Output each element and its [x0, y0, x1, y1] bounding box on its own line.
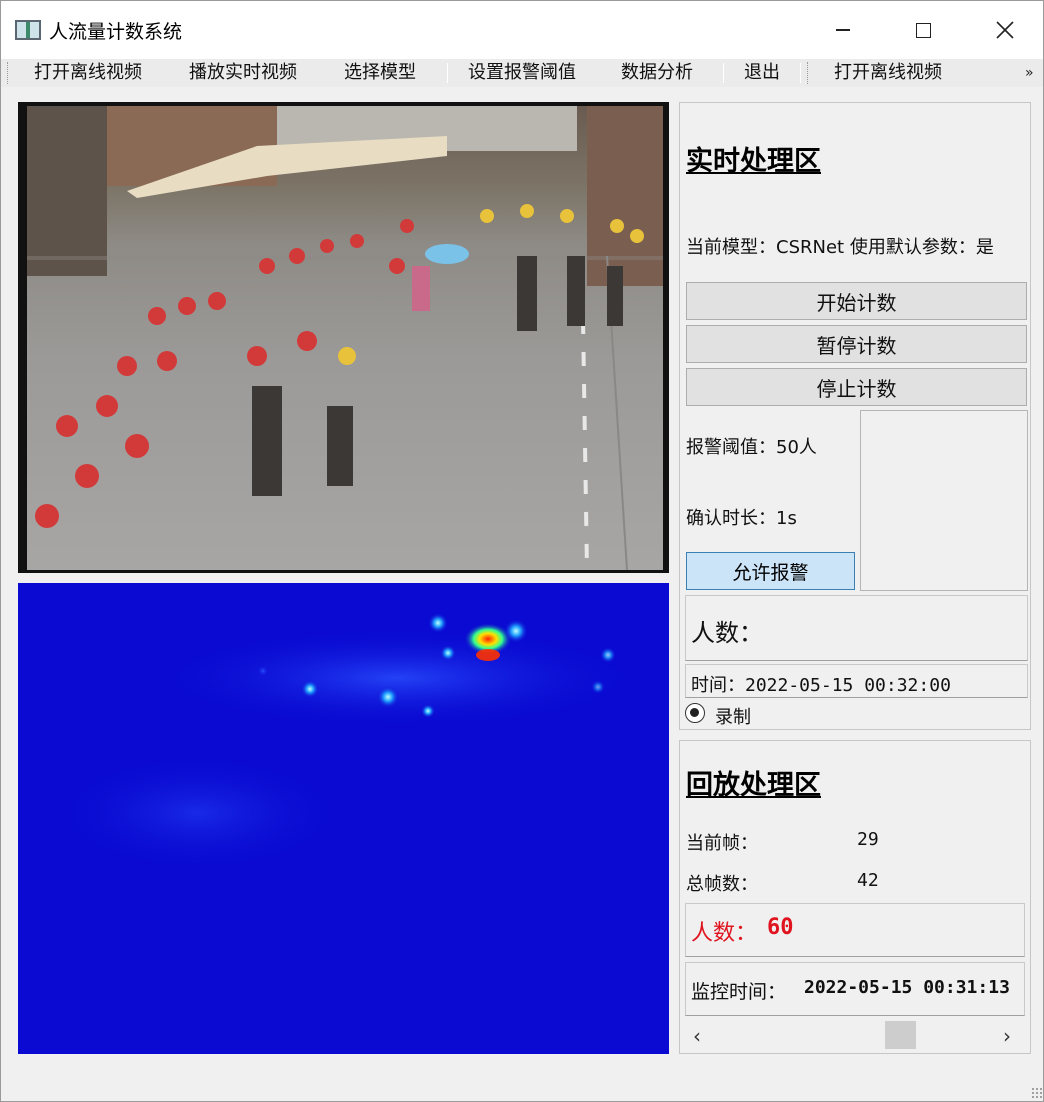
chevron-left-icon[interactable]: ‹: [693, 1024, 701, 1048]
toolbar-open-offline-video[interactable]: 打开离线视频: [34, 60, 142, 86]
allow-alarm-button[interactable]: 允许报警: [686, 552, 855, 590]
total-frames-label: 总帧数：: [686, 874, 758, 895]
toolbar-data-analysis[interactable]: 数据分析: [621, 60, 693, 86]
chevron-right-icon[interactable]: ›: [1003, 1024, 1011, 1048]
playback-people-value: 60: [767, 915, 794, 940]
close-icon: [996, 21, 1014, 39]
maximize-icon: [915, 22, 931, 38]
toolbar-separator: [723, 63, 724, 83]
app-icon: [15, 20, 41, 40]
toolbar-set-alarm-threshold[interactable]: 设置报警阈值: [468, 60, 576, 86]
maximize-button[interactable]: [889, 1, 957, 59]
minimize-icon: [836, 29, 850, 31]
playback-section-title: 回放处理区: [686, 770, 821, 801]
record-label: 录制: [715, 707, 751, 728]
main-window: 人流量计数系统 打开离线视频 播放实时视频 选择模型 设置报警阈值 数据分析 退…: [0, 0, 1044, 1102]
close-button[interactable]: [971, 1, 1039, 59]
monitor-time-value: 2022-05-15 00:31:13: [804, 977, 1010, 998]
current-frame-value: 29: [857, 829, 879, 850]
stop-count-button[interactable]: 停止计数: [686, 368, 1027, 406]
scrollbar-thumb[interactable]: [885, 1021, 916, 1049]
crowd-scene-image: [27, 106, 663, 570]
live-section-title: 实时处理区: [686, 146, 821, 177]
live-time-text: 时间：2022-05-15 00:32:00: [691, 675, 951, 696]
playback-horizontal-scrollbar[interactable]: ‹ ›: [685, 1018, 1027, 1052]
playback-people-label: 人数：: [691, 921, 758, 946]
pause-count-button[interactable]: 暂停计数: [686, 325, 1027, 363]
monitor-time-label: 监控时间：: [691, 981, 787, 1003]
live-people-label: 人数：: [691, 619, 763, 647]
toolbar-grip[interactable]: [807, 62, 810, 84]
resize-grip[interactable]: [1031, 1087, 1043, 1099]
total-frames-value: 42: [857, 870, 879, 891]
alarm-indicator: [860, 410, 1028, 591]
toolbar-grip[interactable]: [7, 62, 10, 84]
title-bar: 人流量计数系统: [1, 1, 1043, 59]
density-map-image: [48, 613, 648, 873]
toolbar: 打开离线视频 播放实时视频 选择模型 设置报警阈值 数据分析 退出 打开离线视频…: [1, 59, 1043, 87]
confirm-duration-text: 确认时长：1s: [686, 508, 797, 529]
current-frame-label: 当前帧：: [686, 833, 758, 854]
minimize-button[interactable]: [809, 1, 877, 59]
toolbar-play-live-video[interactable]: 播放实时视频: [189, 60, 297, 86]
start-count-button[interactable]: 开始计数: [686, 282, 1027, 320]
alarm-threshold-text: 报警阈值：50人: [686, 437, 817, 458]
record-radio[interactable]: [685, 703, 705, 723]
toolbar-overflow-button[interactable]: »: [1025, 61, 1034, 85]
video-display: [18, 102, 669, 573]
window-title: 人流量计数系统: [49, 21, 183, 43]
toolbar-select-model[interactable]: 选择模型: [344, 60, 416, 86]
toolbar-separator: [447, 63, 448, 83]
toolbar-exit[interactable]: 退出: [744, 60, 780, 86]
crowd-video-frame: [27, 106, 663, 570]
density-heatmap: [18, 583, 669, 1054]
toolbar-open-offline-video-2[interactable]: 打开离线视频: [834, 60, 942, 86]
current-model-text: 当前模型：CSRNet 使用默认参数：是: [686, 237, 994, 258]
toolbar-separator: [800, 63, 801, 83]
